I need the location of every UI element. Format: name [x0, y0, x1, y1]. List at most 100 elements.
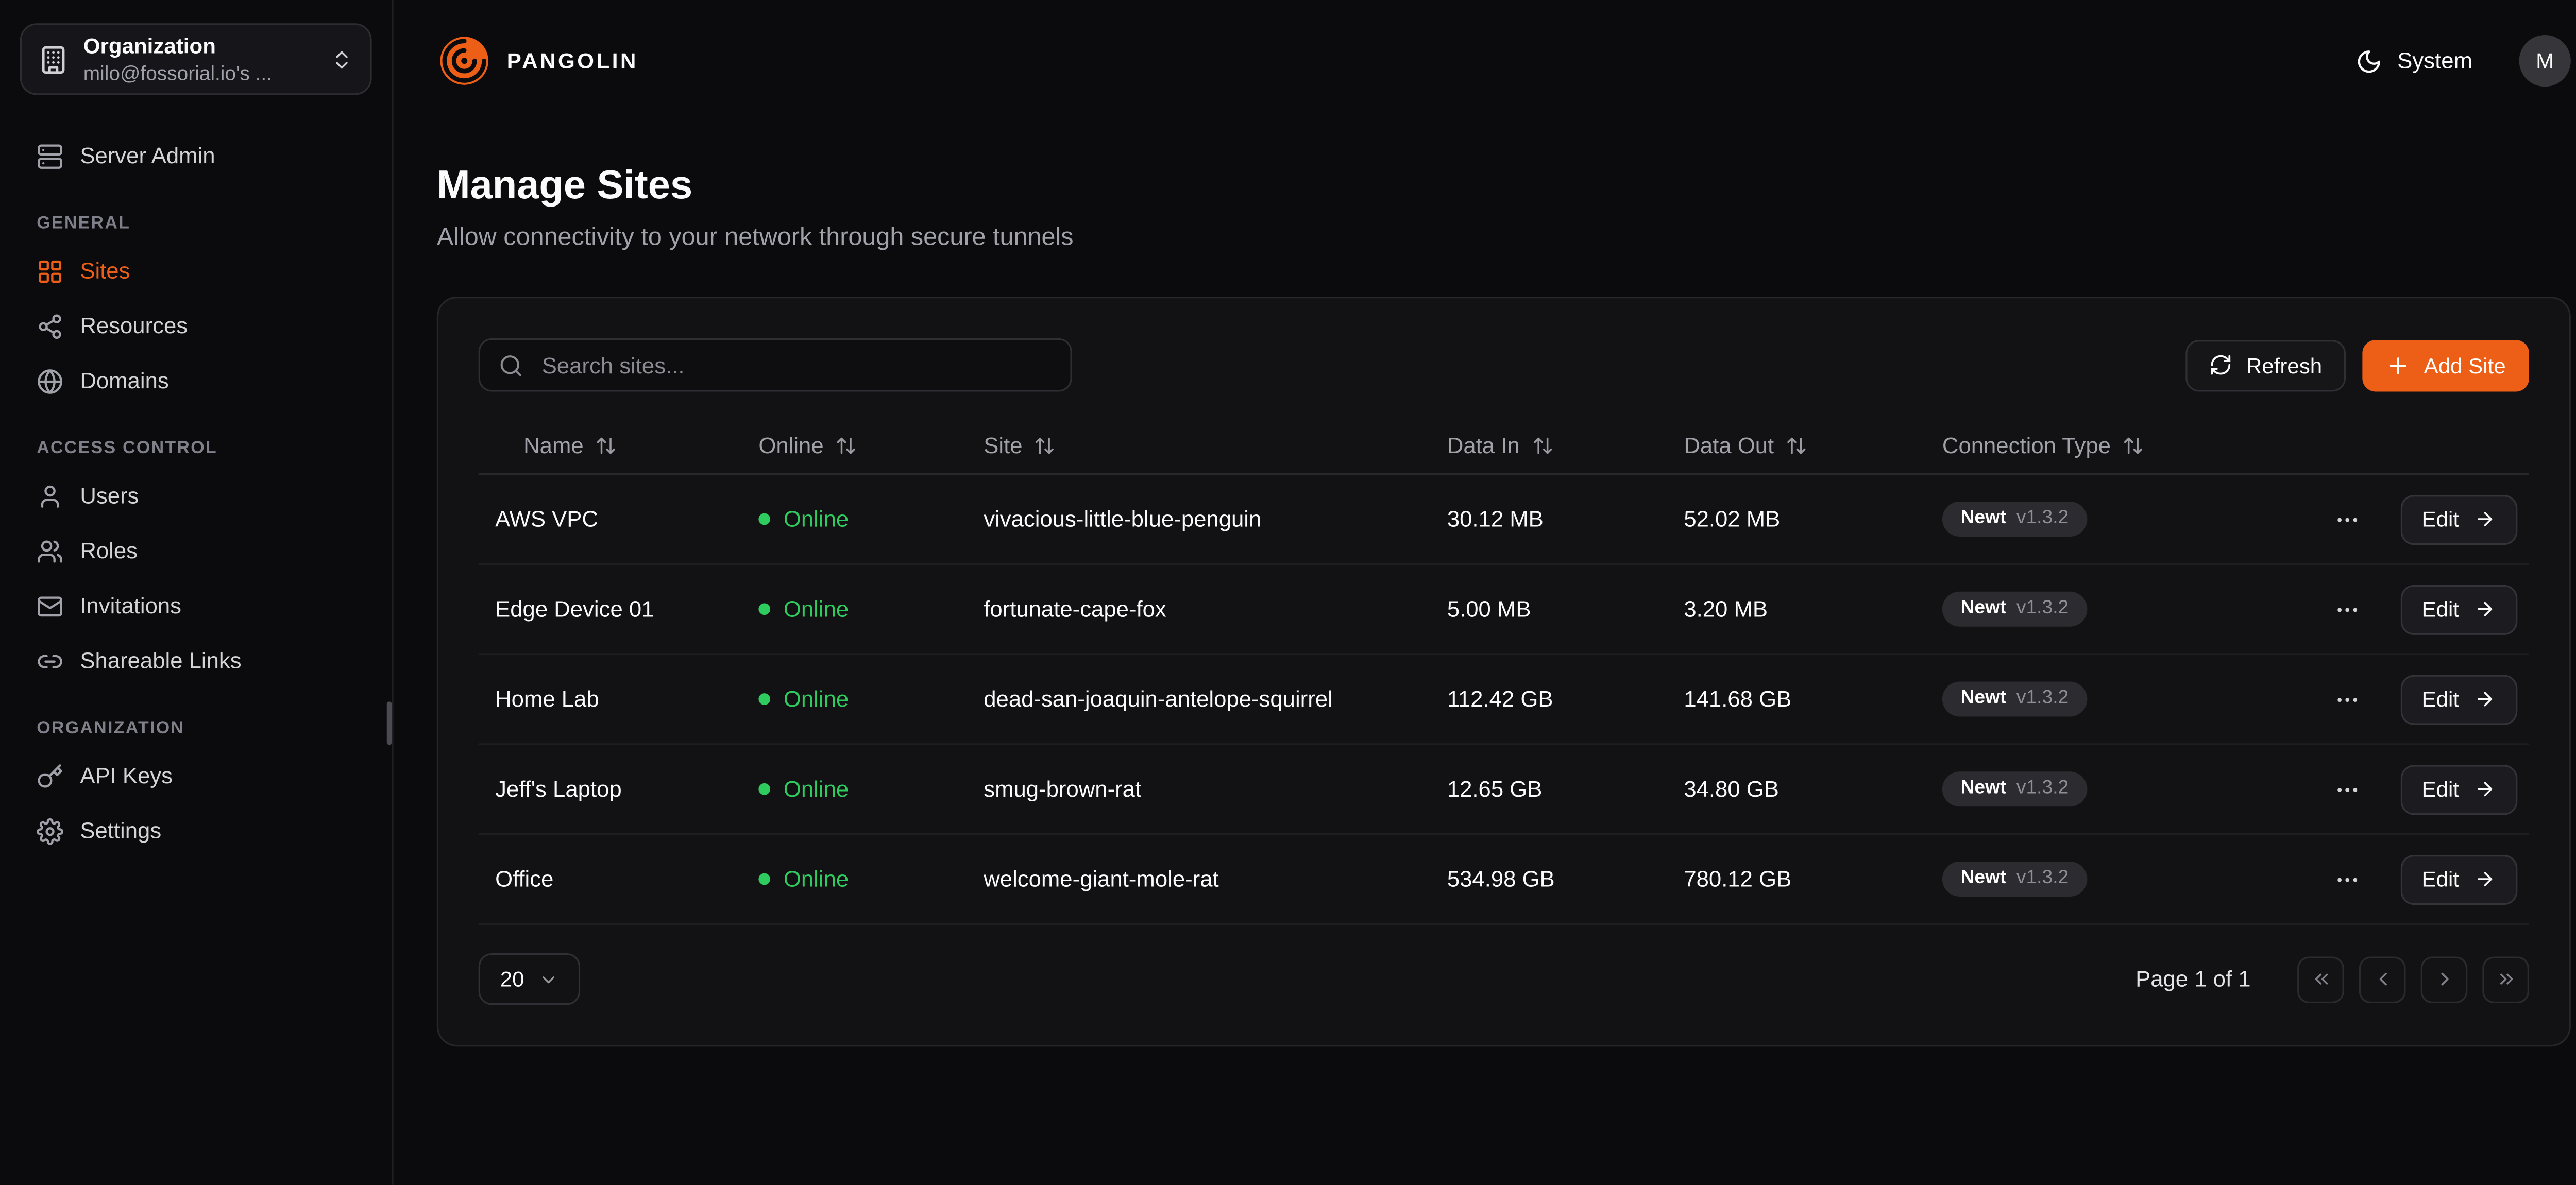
- connection-type-cell: Newt v1.3.2: [1926, 861, 2309, 898]
- column-header-site[interactable]: Site: [967, 433, 1431, 458]
- online-dot-icon: [758, 693, 770, 705]
- data-out-cell: 141.68 GB: [1667, 686, 1926, 712]
- table-row: AWS VPC Online vivacious-little-blue-pen…: [479, 475, 2529, 565]
- previous-page-button[interactable]: [2359, 956, 2406, 1003]
- sidebar-item-sites[interactable]: Sites: [20, 243, 372, 298]
- edit-site-button[interactable]: Edit: [2400, 674, 2517, 724]
- connection-type-name: Newt: [1961, 868, 2007, 891]
- status-label: Online: [784, 596, 849, 622]
- row-actions-menu-button[interactable]: [2327, 769, 2367, 809]
- sidebar-item-roles[interactable]: Roles: [20, 523, 372, 578]
- refresh-button[interactable]: Refresh: [2186, 339, 2345, 391]
- search-box: [479, 338, 1072, 392]
- sidebar-item-users[interactable]: Users: [20, 468, 372, 523]
- sidebar-item-shareable-links[interactable]: Shareable Links: [20, 633, 372, 689]
- connection-type-badge: Newt v1.3.2: [1942, 861, 2087, 898]
- sidebar-item-label: Server Admin: [80, 143, 215, 168]
- site-status-cell: Online: [742, 596, 967, 622]
- org-selector-subtitle: milo@fossorial.io's ...: [83, 62, 315, 85]
- user-avatar[interactable]: M: [2519, 35, 2571, 87]
- last-page-button[interactable]: [2482, 956, 2529, 1003]
- table-header: Name Online Site Data In: [479, 418, 2529, 475]
- status-label: Online: [784, 686, 849, 712]
- topbar: PANGOLIN System M: [394, 0, 2576, 122]
- column-header-data-out[interactable]: Data Out: [1667, 433, 1926, 458]
- connection-type-badge: Newt v1.3.2: [1942, 501, 2087, 538]
- avatar-initial: M: [2536, 48, 2554, 74]
- theme-toggle-button[interactable]: System: [2346, 46, 2482, 76]
- next-page-button[interactable]: [2421, 956, 2468, 1003]
- add-site-button[interactable]: Add Site: [2362, 339, 2529, 391]
- sort-icon: [1034, 435, 1056, 457]
- sidebar-item-resources[interactable]: Resources: [20, 298, 372, 353]
- site-name-cell: Edge Device 01: [479, 596, 742, 622]
- row-actions-menu-button[interactable]: [2327, 859, 2367, 899]
- sidebar-item-server-admin[interactable]: Server Admin: [20, 128, 372, 183]
- first-page-button[interactable]: [2297, 956, 2344, 1003]
- brand-name: PANGOLIN: [507, 48, 638, 74]
- server-icon: [37, 143, 63, 169]
- edit-site-button[interactable]: Edit: [2400, 584, 2517, 634]
- chevron-down-icon: [539, 969, 560, 989]
- main-area: PANGOLIN System M Manage Sites Allow con…: [394, 0, 2576, 1185]
- table-row: Edge Device 01 Online fortunate-cape-fox…: [479, 565, 2529, 655]
- page-size-value: 20: [500, 967, 524, 992]
- connection-type-cell: Newt v1.3.2: [1926, 591, 2309, 627]
- edit-site-button[interactable]: Edit: [2400, 854, 2517, 904]
- sidebar-item-invitations[interactable]: Invitations: [20, 578, 372, 633]
- page-size-select[interactable]: 20: [479, 953, 581, 1005]
- gear-icon: [37, 817, 63, 844]
- status-label: Online: [784, 867, 849, 892]
- refresh-label: Refresh: [2246, 352, 2322, 377]
- site-name-cell: Jeff's Laptop: [479, 777, 742, 802]
- sort-icon: [835, 435, 857, 457]
- connection-type-name: Newt: [1961, 688, 2007, 711]
- mail-icon: [37, 592, 63, 619]
- column-header-connection-type[interactable]: Connection Type: [1926, 433, 2309, 458]
- chevrons-right-icon: [2495, 968, 2517, 990]
- building-icon: [38, 44, 68, 74]
- column-label: Site: [984, 433, 1022, 458]
- connection-type-badge: Newt v1.3.2: [1942, 681, 2087, 717]
- sidebar-section-general: GENERAL: [37, 213, 371, 233]
- column-header-name[interactable]: Name: [479, 433, 742, 458]
- org-selector[interactable]: Organization milo@fossorial.io's ...: [20, 23, 372, 95]
- sidebar-item-domains[interactable]: Domains: [20, 353, 372, 408]
- site-tunnel-name-cell: dead-san-joaquin-antelope-squirrel: [967, 686, 1431, 712]
- site-name-cell: Home Lab: [479, 686, 742, 712]
- connection-type-version: v1.3.2: [2016, 868, 2069, 891]
- sidebar-scrollbar-thumb[interactable]: [387, 701, 392, 745]
- add-site-label: Add Site: [2424, 352, 2506, 377]
- ellipsis-icon: [2333, 776, 2360, 802]
- column-header-online[interactable]: Online: [742, 433, 967, 458]
- edit-label: Edit: [2422, 777, 2460, 802]
- search-input[interactable]: [538, 351, 1052, 379]
- sort-icon: [1531, 435, 1553, 457]
- site-name-cell: Office: [479, 867, 742, 892]
- row-actions-cell: Edit: [2309, 764, 2529, 814]
- data-out-cell: 3.20 MB: [1667, 596, 1926, 622]
- column-label: Connection Type: [1942, 433, 2111, 458]
- ellipsis-icon: [2333, 686, 2360, 713]
- edit-site-button[interactable]: Edit: [2400, 764, 2517, 814]
- column-label: Data Out: [1684, 433, 1774, 458]
- column-header-data-in[interactable]: Data In: [1430, 433, 1667, 458]
- edit-site-button[interactable]: Edit: [2400, 494, 2517, 544]
- status-badge: Online: [758, 686, 967, 712]
- row-actions-menu-button[interactable]: [2327, 679, 2367, 719]
- sidebar-item-label: Roles: [80, 538, 138, 563]
- connection-type-name: Newt: [1961, 508, 2007, 531]
- org-selector-title: Organization: [83, 33, 315, 62]
- data-in-cell: 12.65 GB: [1430, 777, 1667, 802]
- sidebar-item-api-keys[interactable]: API Keys: [20, 748, 372, 803]
- pager: Page 1 of 1: [2136, 956, 2529, 1003]
- data-in-cell: 30.12 MB: [1430, 507, 1667, 532]
- row-actions-menu-button[interactable]: [2327, 589, 2367, 629]
- plus-icon: [2385, 352, 2411, 377]
- arrow-right-icon: [2474, 868, 2496, 890]
- pager-buttons: [2297, 956, 2529, 1003]
- chevrons-up-down-icon: [330, 47, 353, 71]
- sidebar-item-settings[interactable]: Settings: [20, 803, 372, 858]
- sidebar-item-label: Domains: [80, 368, 168, 393]
- row-actions-menu-button[interactable]: [2327, 499, 2367, 539]
